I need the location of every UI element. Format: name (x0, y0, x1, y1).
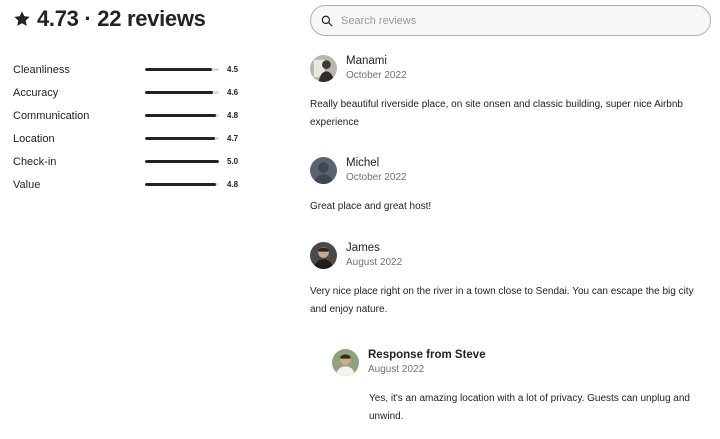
review-item: Michel October 2022 Great place and grea… (310, 156, 710, 241)
rating-value: 4.7 (227, 134, 239, 143)
review-date: August 2022 (346, 257, 403, 268)
rating-label: Check-in (13, 155, 57, 168)
rating-label: Accuracy (13, 86, 59, 99)
rating-label: Value (13, 178, 41, 191)
host-response: Response from Steve August 2022 Yes, it'… (332, 348, 710, 426)
rating-bar-fill (145, 183, 217, 186)
host-avatar[interactable] (332, 349, 359, 376)
reviewer-name: Manami (346, 55, 387, 67)
response-date: August 2022 (368, 364, 425, 375)
rating-row-check-in: Check-in 5.0 (13, 150, 245, 173)
rating-value: 4.8 (227, 180, 239, 189)
search-input[interactable] (341, 14, 681, 27)
review-text: Great place and great host! (310, 201, 432, 212)
rating-bar-fill (145, 68, 212, 71)
star-icon (14, 11, 30, 26)
rating-row-location: Location 4.7 (13, 127, 245, 150)
response-author: Response from Steve (368, 349, 486, 361)
rating-label: Communication (13, 109, 90, 122)
rating-row-value: Value 4.8 (13, 173, 245, 196)
reviews-header: 4.73 · 22 reviews (13, 6, 206, 32)
rating-row-communication: Communication 4.8 (13, 104, 245, 127)
rating-value: 4.8 (227, 111, 239, 120)
rating-bar (145, 114, 219, 117)
search-box[interactable] (310, 5, 711, 36)
reviews-title: 4.73 · 22 reviews (37, 6, 206, 31)
avatar[interactable] (310, 55, 337, 82)
rating-bar (145, 183, 219, 186)
rating-row-accuracy: Accuracy 4.6 (13, 81, 245, 104)
rating-bar-fill (145, 91, 214, 94)
rating-row-cleanliness: Cleanliness 4.5 (13, 58, 245, 81)
reviewer-name: Michel (346, 157, 380, 169)
review-item: Manami October 2022 Really beautiful riv… (310, 54, 710, 156)
rating-label: Cleanliness (13, 63, 70, 76)
review-item: James August 2022 Very nice place right … (310, 241, 710, 319)
review-text: Very nice place right on the river in a … (310, 286, 694, 315)
rating-bar-fill (145, 160, 219, 163)
response-text: Yes, it's an amazing location with a lot… (369, 393, 690, 422)
review-date: October 2022 (346, 70, 407, 81)
rating-bar-fill (145, 137, 215, 140)
avatar[interactable] (310, 242, 337, 269)
rating-bar (145, 160, 219, 163)
rating-label: Location (13, 132, 55, 145)
rating-value: 4.6 (227, 88, 239, 97)
rating-value: 4.5 (227, 65, 239, 74)
review-date: October 2022 (346, 172, 407, 183)
avatar[interactable] (310, 157, 337, 184)
review-list: Manami October 2022 Really beautiful riv… (310, 54, 710, 319)
rating-bar (145, 91, 219, 94)
category-ratings: Cleanliness 4.5 Accuracy 4.6 Communicati… (13, 58, 245, 196)
rating-bar-fill (145, 114, 217, 117)
review-text: Really beautiful riverside place, on sit… (310, 99, 683, 128)
rating-bar (145, 68, 219, 71)
reviewer-name: James (346, 242, 380, 254)
rating-value: 5.0 (227, 157, 239, 166)
search-icon (321, 15, 333, 26)
rating-bar (145, 137, 219, 140)
